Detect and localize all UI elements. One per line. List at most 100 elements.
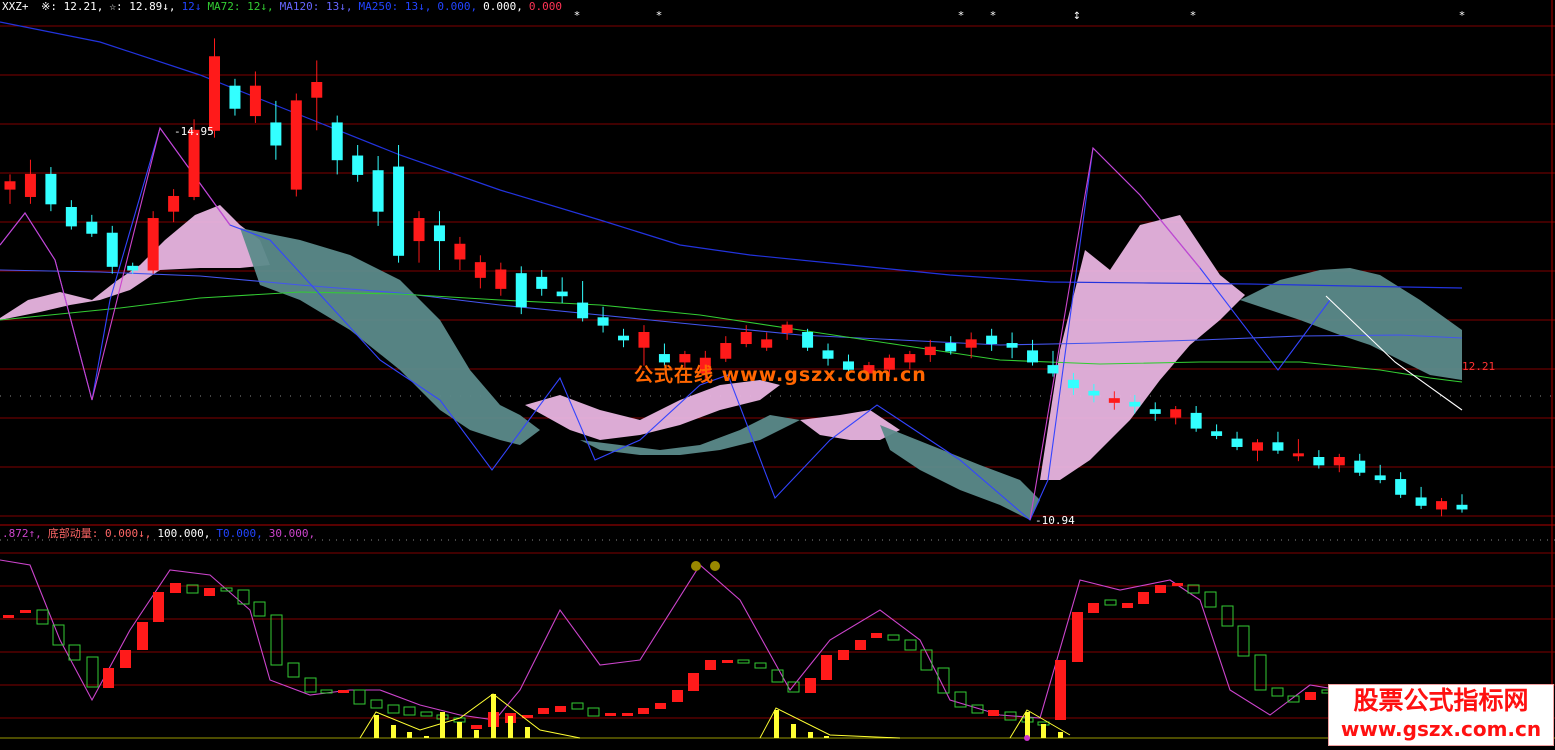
- osc-bar-red: [1155, 585, 1166, 593]
- osc-bar-red: [672, 690, 683, 702]
- candle-body: [229, 85, 241, 109]
- high-label: -14.95: [174, 125, 214, 138]
- osc-bar-green: [904, 639, 917, 651]
- osc-bar-red: [622, 713, 633, 716]
- osc-bar-red: [1072, 612, 1083, 662]
- header-item: ※: 12.21,: [41, 0, 104, 13]
- candle-body: [638, 332, 650, 348]
- candle-body: [86, 221, 98, 234]
- candle-body: [1211, 431, 1223, 436]
- volume-bar: [824, 736, 829, 738]
- osc-bar-green: [771, 669, 784, 683]
- candle-body: [393, 166, 405, 256]
- volume-bar: [1025, 712, 1030, 738]
- ma120-line: [0, 269, 1463, 346]
- candle-body: [24, 173, 36, 197]
- osc-bar-green: [320, 689, 333, 694]
- candle-body: [1313, 457, 1325, 466]
- badge-url: www.gszx.com.cn: [1340, 717, 1542, 741]
- osc-bar-green: [1221, 605, 1234, 627]
- oscillator-line: [0, 559, 1341, 721]
- last-price-label: 12.21: [1462, 360, 1495, 373]
- osc-bar-red: [605, 713, 616, 716]
- candle-body: [168, 195, 180, 212]
- osc-bar-red: [120, 650, 131, 668]
- osc-bar-red: [638, 708, 649, 714]
- candle-body: [597, 317, 609, 326]
- osc-bar-red: [538, 708, 549, 714]
- candle-body: [1436, 501, 1448, 510]
- volume-envelope: [759, 707, 901, 739]
- candle-body: [1190, 412, 1202, 429]
- candle-body: [352, 155, 364, 175]
- candle-body: [65, 207, 77, 227]
- osc-bar-green: [587, 707, 600, 717]
- badge-title: 股票公式指标网: [1353, 686, 1529, 715]
- header-item: 0.000,: [483, 0, 523, 13]
- candle-body: [802, 332, 814, 348]
- candle-body: [536, 276, 548, 289]
- volume-bar: [1058, 732, 1063, 738]
- candle-body: [474, 262, 486, 278]
- osc-bar-red: [871, 633, 882, 638]
- signal-marker: *: [1459, 9, 1465, 22]
- candle-body: [965, 339, 977, 348]
- candle-body: [577, 302, 589, 319]
- candle-body: [1251, 442, 1263, 451]
- volume-bar: [391, 725, 396, 738]
- candle-body: [249, 85, 261, 117]
- osc-bar-green: [86, 656, 99, 688]
- osc-bar-red: [1122, 603, 1133, 608]
- osc-bar-red: [3, 615, 14, 618]
- osc-bar-red: [338, 690, 349, 693]
- cloud-teal: [880, 425, 1040, 520]
- bottom-header: .872↑, 底部动量: 0.000↓, 100.000, T0.000, 30.000…: [2, 527, 321, 541]
- osc-bar-green: [754, 662, 767, 669]
- candle-body: [454, 243, 466, 260]
- osc-bar-green: [1104, 599, 1117, 606]
- signal-marker: *: [958, 9, 964, 22]
- osc-bar-red: [204, 588, 215, 596]
- candle-body: [822, 350, 834, 359]
- candle-body: [433, 225, 445, 242]
- site-badge[interactable]: 股票公式指标网 www.gszx.com.cn: [1328, 684, 1554, 746]
- volume-bar: [525, 727, 530, 738]
- header-item: MA250: 13↓,: [358, 0, 432, 13]
- candle-body: [740, 332, 752, 345]
- volume-bar: [491, 694, 496, 738]
- candle-body: [372, 170, 384, 212]
- low-label: -10.94: [1035, 514, 1075, 527]
- osc-bar-green: [1271, 687, 1284, 697]
- osc-bar-red: [555, 706, 566, 712]
- candle-body: [618, 335, 630, 341]
- candle-body: [495, 269, 507, 289]
- candle-body: [4, 181, 16, 190]
- top-header: XXZ+ ※: 12.21, ☆: 12.89↓, 12↓ MA72: 12↓, MA1…: [2, 0, 562, 14]
- indicator-name: XXZ+: [2, 0, 29, 13]
- peak-marker: [691, 561, 701, 571]
- osc-bar-green: [237, 589, 250, 605]
- bottom-marker: [1024, 735, 1030, 741]
- osc-bar-red: [137, 622, 148, 650]
- candle-body: [1149, 409, 1161, 414]
- osc-bar-red: [1138, 592, 1149, 604]
- candle-body: [413, 218, 425, 242]
- volume-bar: [808, 732, 813, 738]
- candle-body: [290, 100, 302, 190]
- candle-body: [556, 291, 568, 297]
- volume-bar: [791, 724, 796, 738]
- osc-bar-green: [287, 662, 300, 678]
- osc-bar-red: [1305, 692, 1316, 700]
- candle-body: [188, 129, 200, 197]
- header-item: 0.000: [528, 0, 563, 13]
- osc-bar-green: [270, 614, 283, 666]
- candle-body: [1456, 504, 1468, 510]
- cloud-pink: [1040, 215, 1245, 480]
- volume-bar: [440, 712, 445, 738]
- volume-bar: [374, 715, 379, 738]
- osc-bar-red: [1055, 660, 1066, 720]
- candle-body: [1354, 460, 1366, 473]
- peak-marker: [710, 561, 720, 571]
- candle-body: [1129, 401, 1141, 407]
- candle-body: [1333, 457, 1345, 466]
